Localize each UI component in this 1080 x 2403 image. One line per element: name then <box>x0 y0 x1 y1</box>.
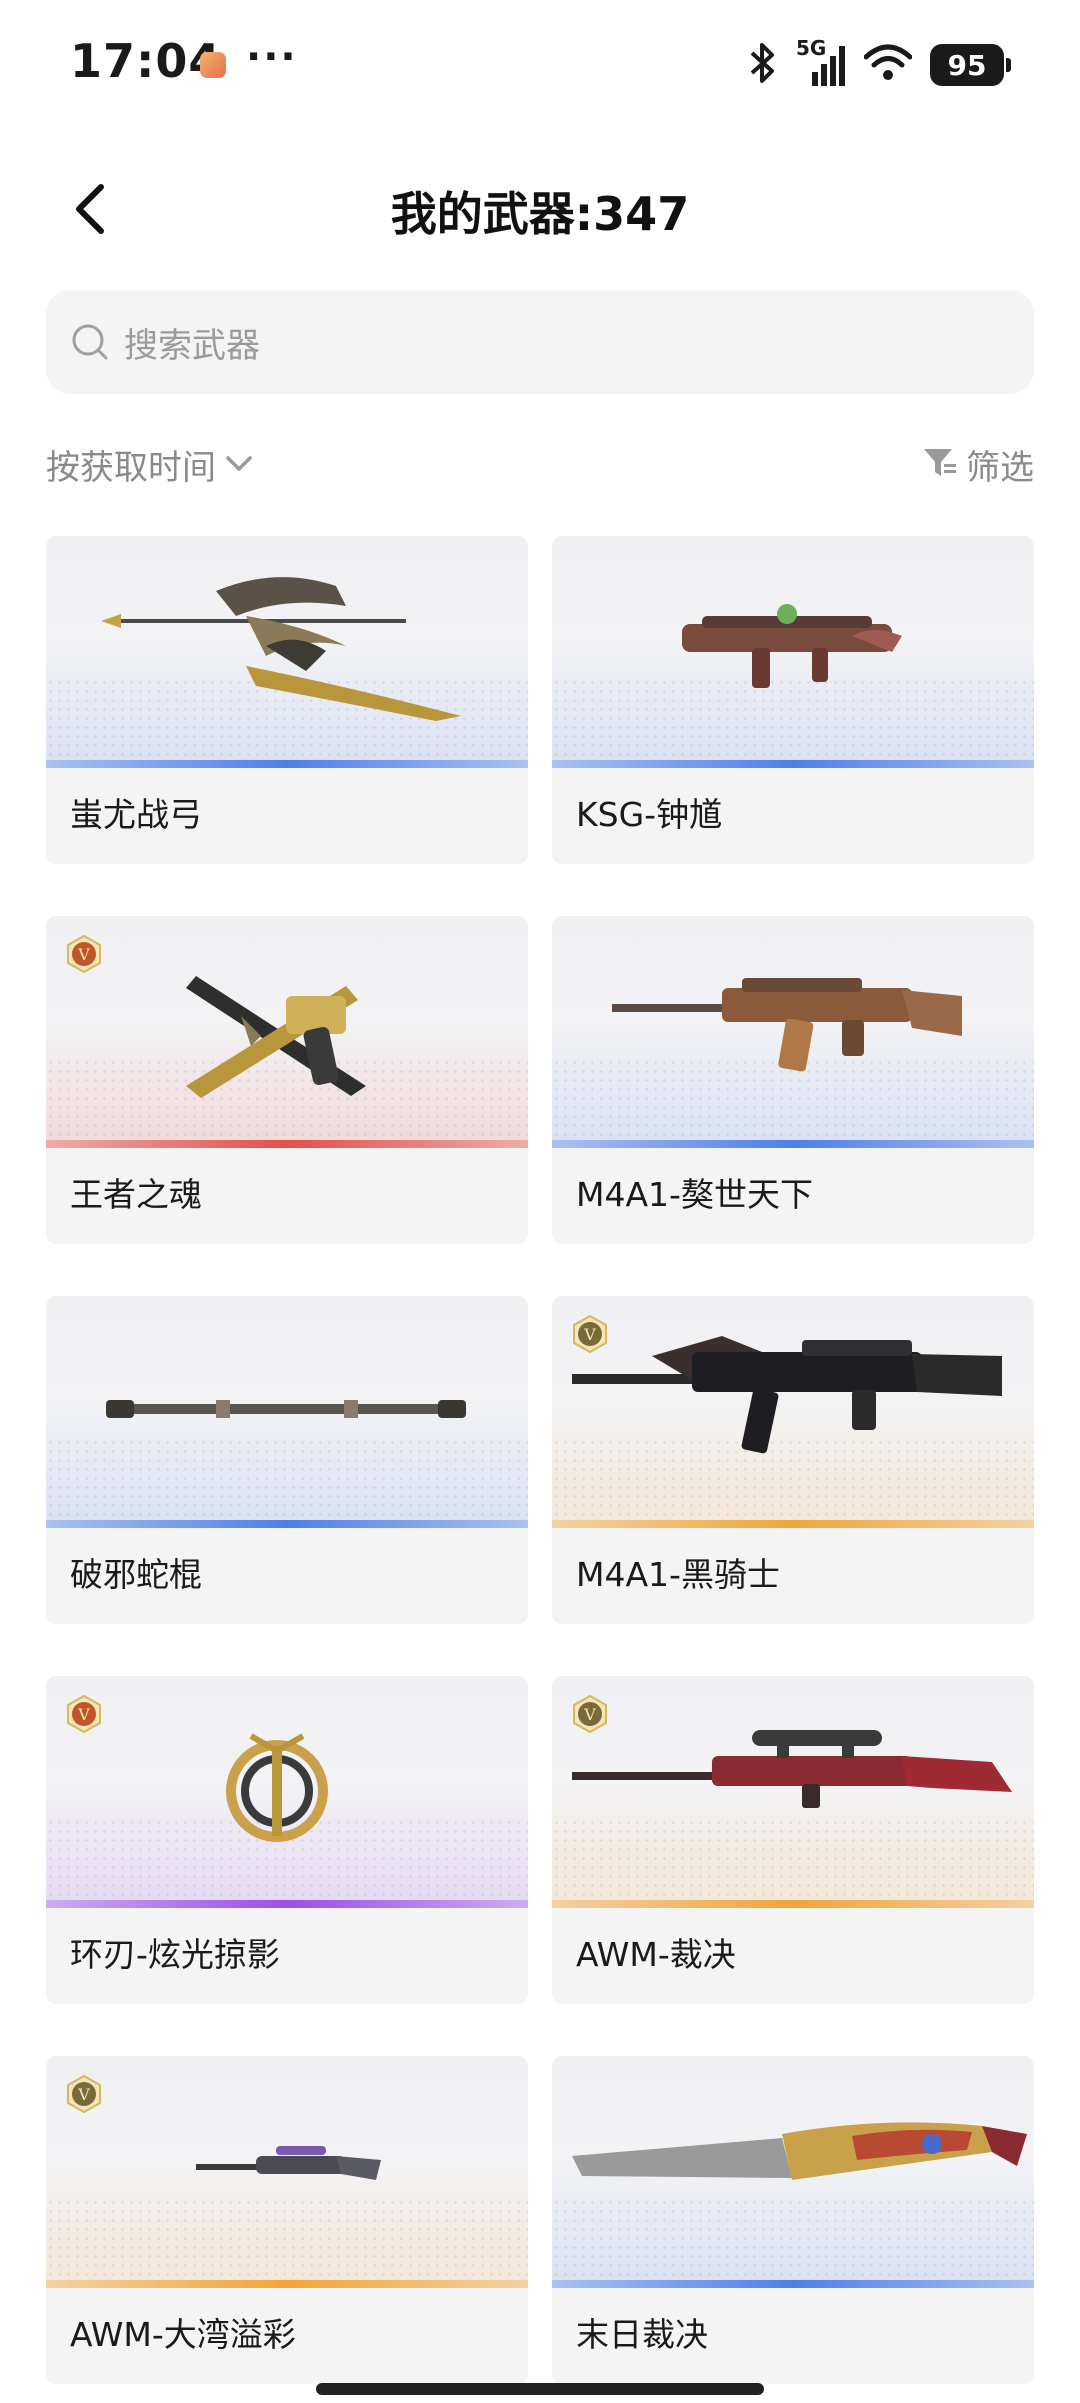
weapon-illustration <box>106 1400 466 1418</box>
weapon-name: M4A1-黑骑士 <box>576 1555 780 1594</box>
status-bar: 17:04 ··· 5G 95 <box>0 0 1080 130</box>
weapon-card[interactable]: 破邪蛇棍 <box>46 1296 528 1624</box>
more-notifications-icon: ··· <box>246 34 298 80</box>
weapons-page: 17:04 ··· 5G 95 我的武器:347 搜索武器 按获取时间 筛选 蚩… <box>0 0 1080 2403</box>
weapon-card[interactable]: 末日裁决 <box>552 2056 1034 2384</box>
sort-label: 按获取时间 <box>46 448 216 488</box>
status-icons: 5G 95 <box>748 36 1011 90</box>
rarity-bar <box>552 760 1034 768</box>
weapon-image <box>552 916 1034 1148</box>
search-placeholder: 搜索武器 <box>124 325 260 366</box>
weapon-name: M4A1-獒世天下 <box>576 1175 813 1214</box>
sort-filter-bar: 按获取时间 筛选 <box>46 440 1034 500</box>
weapon-illustration <box>572 1336 1002 1454</box>
rarity-bar <box>46 2280 528 2288</box>
weapon-card[interactable]: V AWM-裁决 <box>552 1676 1034 2004</box>
weapon-image <box>46 916 528 1148</box>
battery-indicator: 95 <box>930 44 1011 86</box>
weapon-image <box>552 536 1034 768</box>
weapon-illustration <box>572 1730 1012 1808</box>
rarity-bar <box>552 1520 1034 1528</box>
svg-text:V: V <box>583 1705 596 1724</box>
weapon-name: KSG-钟馗 <box>576 795 723 834</box>
svg-text:V: V <box>77 2085 90 2104</box>
filter-icon <box>922 446 958 484</box>
v-badge-icon: V <box>64 2074 104 2114</box>
rarity-bar <box>46 1900 528 1908</box>
weapon-image <box>552 1296 1034 1528</box>
home-indicator <box>316 2383 764 2395</box>
page-header: 我的武器:347 <box>0 150 1080 270</box>
weapon-illustration <box>572 2122 1027 2180</box>
weapon-image <box>552 2056 1034 2288</box>
rarity-bar <box>552 1140 1034 1148</box>
weapon-illustration <box>101 577 461 721</box>
rarity-bar <box>552 2280 1034 2288</box>
weapon-name: 蚩尤战弓 <box>70 795 202 834</box>
rarity-bar <box>46 1140 528 1148</box>
rarity-bar <box>46 760 528 768</box>
weapon-name: AWM-大湾溢彩 <box>70 2315 296 2354</box>
weapon-name: 王者之魂 <box>70 1175 202 1214</box>
weapon-card[interactable]: M4A1-獒世天下 <box>552 916 1034 1244</box>
search-icon <box>68 320 112 364</box>
svg-text:V: V <box>583 1325 596 1344</box>
weapon-card[interactable]: KSG-钟馗 <box>552 536 1034 864</box>
chevron-down-icon <box>222 446 256 484</box>
wifi-icon <box>863 43 913 87</box>
sort-dropdown[interactable]: 按获取时间 <box>46 440 256 489</box>
weapon-illustration <box>196 2146 381 2180</box>
v-badge-icon: V <box>64 934 104 974</box>
weapon-image <box>46 536 528 768</box>
weapon-card[interactable]: V 环刃-炫光掠影 <box>46 1676 528 2004</box>
rarity-bar <box>46 1520 528 1528</box>
weapon-image <box>46 1296 528 1528</box>
svg-text:V: V <box>77 1705 90 1724</box>
weapon-name: 破邪蛇棍 <box>70 1555 202 1594</box>
weapon-illustration <box>682 604 902 688</box>
weapon-image <box>552 1676 1034 1908</box>
status-time: 17:04 <box>70 34 222 88</box>
weapon-illustration <box>612 978 962 1072</box>
weapon-card[interactable]: V AWM-大湾溢彩 <box>46 2056 528 2384</box>
svg-text:V: V <box>77 945 90 964</box>
weapon-image <box>46 1676 528 1908</box>
weapon-name: 末日裁决 <box>576 2315 708 2354</box>
app-notification-icon <box>200 52 226 78</box>
weapon-card[interactable]: V M4A1-黑骑士 <box>552 1296 1034 1624</box>
search-input[interactable]: 搜索武器 <box>46 290 1034 394</box>
bluetooth-icon <box>748 41 778 89</box>
weapon-card[interactable]: 蚩尤战弓 <box>46 536 528 864</box>
cellular-signal-icon: 5G <box>796 36 846 88</box>
weapon-card[interactable]: V 王者之魂 <box>46 916 528 1244</box>
v-badge-icon: V <box>570 1694 610 1734</box>
filter-button[interactable]: 筛选 <box>922 440 1034 489</box>
v-badge-icon: V <box>570 1314 610 1354</box>
weapon-image <box>46 2056 528 2288</box>
weapon-illustration <box>186 976 366 1098</box>
page-title: 我的武器:347 <box>390 187 690 241</box>
weapon-name: 环刃-炫光掠影 <box>70 1935 280 1974</box>
weapon-illustration <box>226 1733 328 1842</box>
v-badge-icon: V <box>64 1694 104 1734</box>
rarity-bar <box>552 1900 1034 1908</box>
filter-label: 筛选 <box>966 448 1034 488</box>
weapon-name: AWM-裁决 <box>576 1935 736 1974</box>
